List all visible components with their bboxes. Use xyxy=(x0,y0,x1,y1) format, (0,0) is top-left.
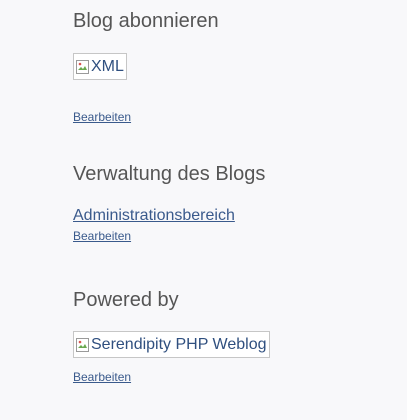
sidebar-section-powered: Powered by Serendipity PHP Weblog Bearbe… xyxy=(73,288,393,386)
admin-area-link[interactable]: Administrationsbereich xyxy=(73,207,235,225)
section-title-powered: Powered by xyxy=(73,289,179,311)
sidebar-section-subscribe: Blog abonnieren XML Bearbeiten xyxy=(73,9,393,126)
section-title-admin: Verwaltung des Blogs xyxy=(73,163,266,185)
broken-image-icon xyxy=(76,59,89,74)
xml-feed-alt-text: XML xyxy=(91,57,124,75)
edit-link-subscribe[interactable]: Bearbeiten xyxy=(73,110,131,124)
serendipity-badge-alt-text: Serendipity PHP Weblog xyxy=(91,335,267,353)
sidebar-section-admin: Verwaltung des Blogs Administrationsbere… xyxy=(73,162,393,245)
section-title-subscribe: Blog abonnieren xyxy=(73,10,219,32)
edit-link-admin[interactable]: Bearbeiten xyxy=(73,229,131,243)
serendipity-badge-link[interactable]: Serendipity PHP Weblog xyxy=(73,331,270,358)
broken-image-icon xyxy=(76,337,89,352)
edit-link-powered[interactable]: Bearbeiten xyxy=(73,370,131,384)
xml-feed-link[interactable]: XML xyxy=(73,53,127,80)
